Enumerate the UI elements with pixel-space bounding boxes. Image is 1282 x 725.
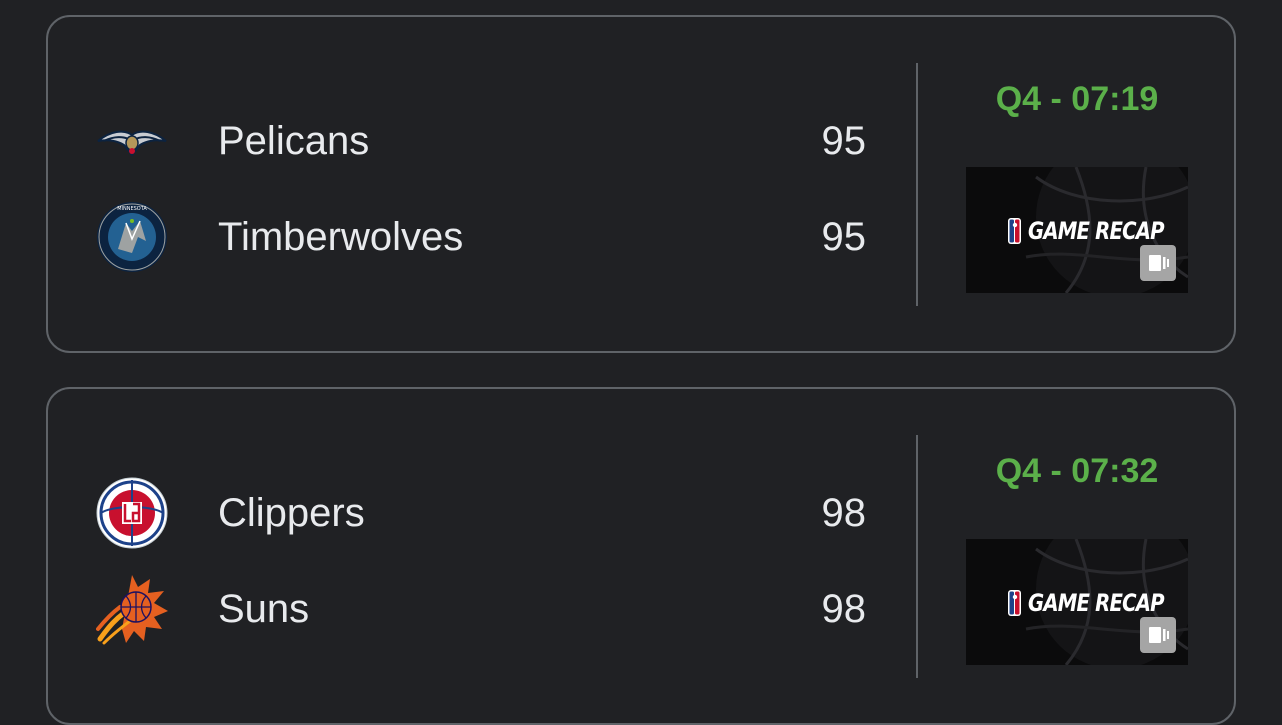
team-score: 98 — [821, 491, 867, 535]
suns-logo-icon — [96, 573, 168, 645]
team-name: Suns — [218, 587, 310, 631]
game-recap-thumbnail[interactable]: GAME RECAP — [966, 539, 1188, 665]
recap-label: GAME RECAP — [1028, 589, 1165, 617]
team-score: 95 — [821, 215, 867, 259]
team-name: Timberwolves — [218, 215, 464, 259]
team-score: 95 — [821, 119, 867, 163]
game-card[interactable]: Clippers 98 Suns 98 Q4 - 07:32 GAME RECA… — [46, 387, 1236, 725]
nba-logo-icon — [1008, 218, 1021, 244]
team-row-clippers[interactable]: Clippers 98 — [96, 475, 866, 551]
team-row-pelicans[interactable]: Pelicans 95 — [96, 103, 866, 179]
nba-logo-icon — [1008, 590, 1021, 616]
team-row-timberwolves[interactable]: MINNESOTA Timberwolves 95 — [96, 199, 866, 275]
video-icon — [1140, 617, 1176, 653]
game-status: Q4 - 07:32 — [995, 452, 1159, 490]
clippers-logo-icon — [96, 477, 168, 549]
pelicans-logo-icon — [96, 105, 168, 177]
team-score: 98 — [821, 587, 867, 631]
team-name: Pelicans — [218, 119, 370, 163]
recap-label: GAME RECAP — [1028, 217, 1165, 245]
video-icon — [1140, 245, 1176, 281]
timberwolves-logo-icon: MINNESOTA — [96, 201, 168, 273]
svg-text:MINNESOTA: MINNESOTA — [117, 206, 147, 212]
game-card[interactable]: Pelicans 95 MINNESOTA Timberwolves 95 Q4… — [46, 15, 1236, 353]
team-name: Clippers — [218, 491, 365, 535]
team-row-suns[interactable]: Suns 98 — [96, 571, 866, 647]
game-status: Q4 - 07:19 — [995, 80, 1159, 118]
game-recap-thumbnail[interactable]: GAME RECAP — [966, 167, 1188, 293]
